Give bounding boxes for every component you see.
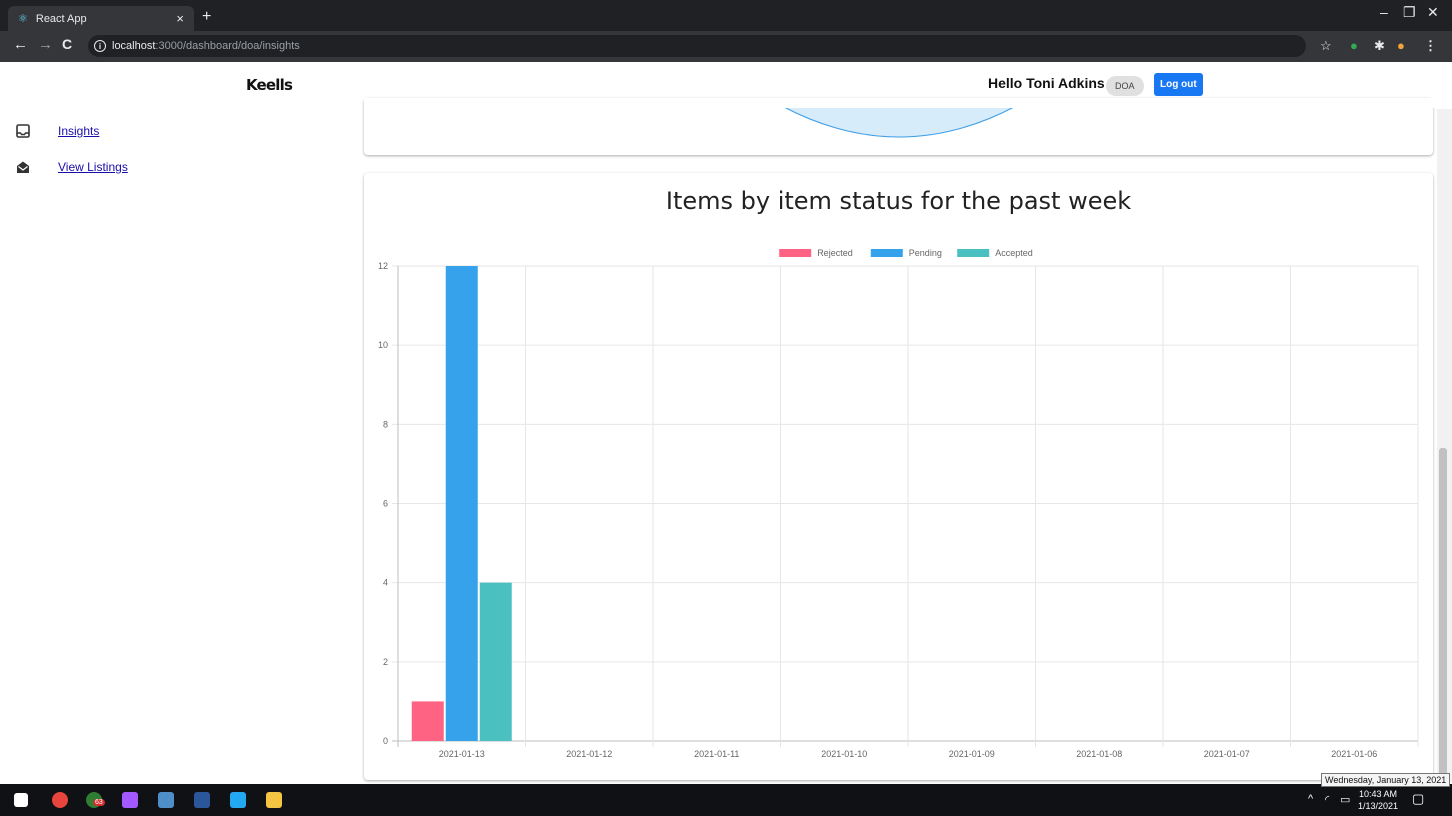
- windows-start-icon[interactable]: [14, 793, 28, 807]
- legend-swatch: [957, 249, 990, 257]
- bar-pending: [445, 266, 478, 741]
- y-tick-label: 2: [383, 657, 388, 667]
- x-tick-label: 2021-01-08: [1076, 749, 1122, 759]
- x-tick-label: 2021-01-13: [439, 749, 485, 759]
- bar-chart: 0 2 4 6 8 10 12 2021-01-13 2021-01-12 2021-01-11 2…: [378, 248, 1419, 759]
- x-tick-label: 2021-01-11: [694, 749, 739, 759]
- legend-swatch: [870, 249, 903, 257]
- legend-label: Rejected: [817, 248, 853, 258]
- os-taskbar: [0, 784, 1452, 816]
- x-tick-label: 2021-01-07: [1204, 749, 1250, 759]
- figma-icon[interactable]: [122, 792, 138, 808]
- y-tick-label: 8: [383, 419, 388, 429]
- y-tick-label: 10: [378, 340, 388, 350]
- word-icon[interactable]: [194, 792, 210, 808]
- legend-swatch: [779, 249, 812, 257]
- wifi-icon[interactable]: ◜: [1325, 793, 1329, 806]
- y-tick-label: 6: [383, 499, 388, 509]
- vscode-icon[interactable]: [230, 792, 246, 808]
- y-tick-label: 4: [383, 578, 388, 588]
- notification-badge: 63: [93, 799, 105, 806]
- database-tool-icon[interactable]: [158, 792, 174, 808]
- y-tick-label: 12: [378, 261, 388, 271]
- bar-accepted: [479, 582, 512, 741]
- x-tick-label: 2021-01-09: [949, 749, 995, 759]
- legend-label: Accepted: [995, 248, 1033, 258]
- legend-label: Pending: [909, 248, 942, 258]
- file-explorer-icon[interactable]: [266, 792, 282, 808]
- chrome-icon[interactable]: [52, 792, 68, 808]
- x-tick-label: 2021-01-06: [1331, 749, 1377, 759]
- date-tooltip: Wednesday, January 13, 2021: [1321, 773, 1451, 787]
- app-badge-icon[interactable]: 63: [86, 792, 105, 808]
- y-tick-label: 0: [383, 736, 388, 746]
- bar-rejected: [411, 701, 444, 741]
- page-scrollbar-thumb[interactable]: [1439, 448, 1447, 778]
- notifications-icon[interactable]: ▢: [1412, 791, 1424, 807]
- system-clock[interactable]: 10:43 AM 1/13/2021: [1358, 788, 1398, 812]
- tray-chevron-icon[interactable]: ^: [1308, 793, 1313, 805]
- x-tick-label: 2021-01-12: [566, 749, 612, 759]
- clock-time: 10:43 AM: [1359, 789, 1398, 799]
- x-tick-label: 2021-01-10: [821, 749, 867, 759]
- clock-date: 1/13/2021: [1358, 801, 1399, 811]
- battery-icon[interactable]: ▭: [1340, 793, 1350, 806]
